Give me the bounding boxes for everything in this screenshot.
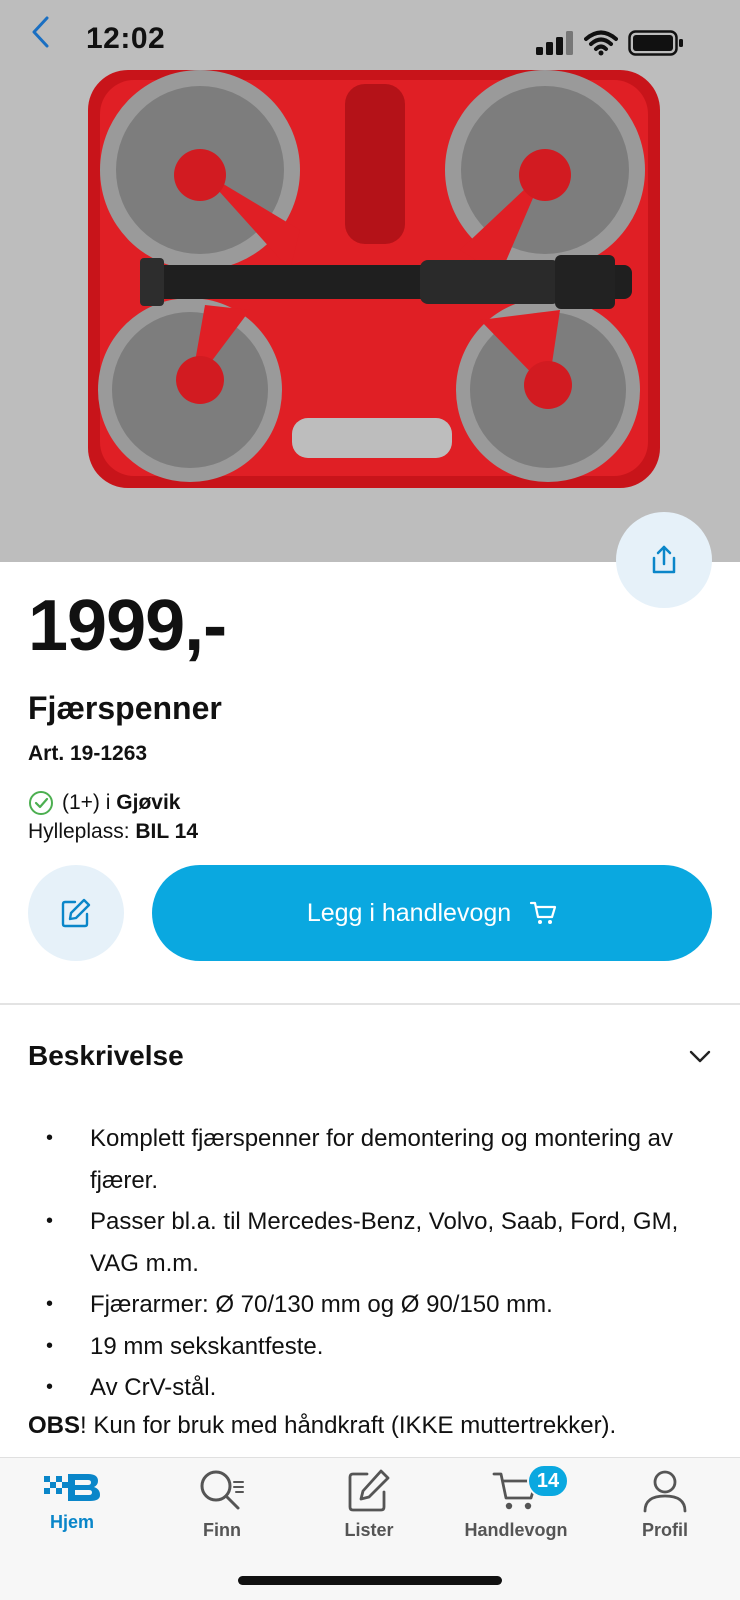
article-number: Art. 19-1263 (28, 742, 148, 765)
product-title: Fjærspenner (28, 690, 222, 726)
add-to-cart-button[interactable]: Legg i handlevogn (152, 865, 712, 961)
add-to-cart-label: Legg i handlevogn (306, 898, 512, 927)
cart-icon (530, 901, 557, 924)
battery-icon (628, 30, 683, 56)
search-icon (200, 1470, 244, 1510)
cart-count-badge: 14 (527, 1464, 569, 1498)
description-bullet: Komplett fjærspenner for demontering og … (28, 1118, 718, 1201)
status-time: 12:02 (86, 22, 166, 55)
description-toggle[interactable]: Beskrivelse (28, 1040, 712, 1072)
edit-icon (61, 898, 91, 928)
tab-handlevogn[interactable]: 14 Handlevogn (451, 1464, 581, 1541)
obs-label: OBS (28, 1412, 81, 1439)
tab-label: Hjem (49, 1512, 94, 1532)
shelf-location: Hylleplass: BIL 14 (28, 820, 198, 844)
obs-note: OBS! Kun for bruk med håndkraft (IKKE mu… (28, 1412, 616, 1440)
stock-status: (1+) i Gjøvik (28, 790, 180, 816)
tab-label: Profil (641, 1520, 688, 1540)
description-bullet: Av CrV-stål. (28, 1367, 718, 1409)
section-divider (0, 1003, 740, 1005)
chevron-left-icon (32, 16, 49, 48)
back-button[interactable] (22, 12, 58, 52)
signal-icon (536, 31, 573, 55)
tab-profil[interactable]: Profil (600, 1468, 730, 1541)
stock-count: (1+) i (62, 791, 111, 814)
tab-hjem[interactable]: Hjem (7, 1468, 137, 1533)
product-price: 1999,- (28, 586, 227, 666)
share-button[interactable] (616, 512, 712, 608)
share-icon (652, 545, 676, 574)
status-bar: 12:02 (0, 0, 740, 80)
stock-store[interactable]: Gjøvik (116, 791, 180, 814)
shelf-label: Hylleplass: (28, 820, 130, 843)
description-bullet: 19 mm sekskantfeste. (28, 1326, 718, 1368)
tab-finn[interactable]: Finn (157, 1468, 287, 1541)
tab-label: Handlevogn (464, 1520, 568, 1540)
add-to-list-button[interactable] (28, 865, 124, 961)
description-bullet: Fjærarmer: Ø 70/130 mm og Ø 90/150 mm. (28, 1284, 718, 1326)
tab-lister[interactable]: Lister (304, 1468, 434, 1541)
description-title: Beskrivelse (28, 1040, 184, 1071)
home-indicator (238, 1576, 502, 1585)
description-list: Komplett fjærspenner for demontering og … (28, 1118, 718, 1409)
chevron-down-icon (689, 1050, 711, 1063)
status-icons (536, 30, 684, 56)
profile-icon (643, 1470, 687, 1513)
edit-list-icon (348, 1469, 390, 1512)
product-image (88, 70, 660, 488)
check-circle-icon (29, 791, 53, 815)
brand-logo-icon (44, 1474, 100, 1501)
product-image-area: 12:02 (0, 0, 740, 562)
tab-label: Finn (203, 1520, 241, 1540)
wifi-icon (584, 30, 618, 56)
shelf-value: BIL 14 (135, 820, 199, 843)
obs-text: ! Kun for bruk med håndkraft (IKKE mutte… (80, 1412, 617, 1439)
description-bullet: Passer bl.a. til Mercedes-Benz, Volvo, S… (28, 1201, 718, 1284)
tab-label: Lister (344, 1520, 394, 1540)
